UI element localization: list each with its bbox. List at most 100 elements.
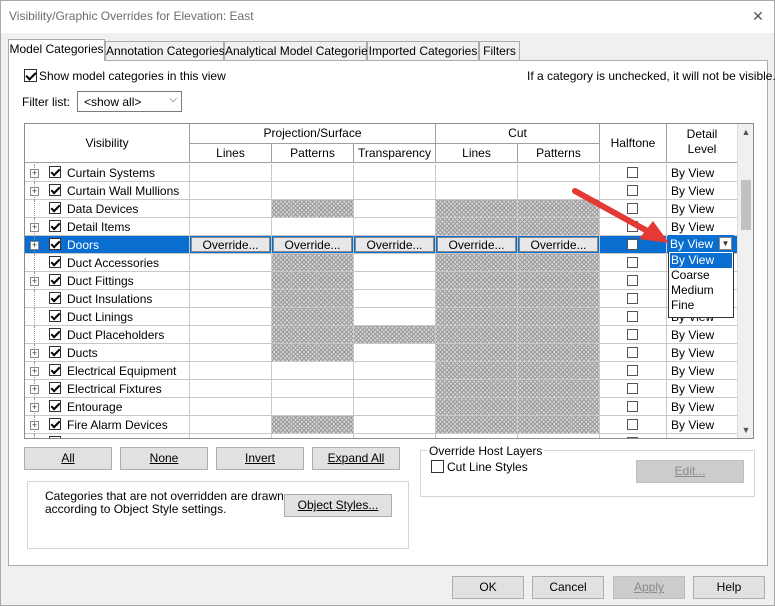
- detail-level-cell[interactable]: By View: [667, 218, 738, 236]
- override-cell[interactable]: [190, 200, 272, 218]
- override-cell[interactable]: [190, 308, 272, 326]
- category-visibility-checkbox[interactable]: [49, 274, 61, 286]
- show-model-categories-checkbox[interactable]: [24, 69, 37, 82]
- override-cell[interactable]: Override...: [436, 236, 518, 254]
- tab-filters[interactable]: Filters: [479, 41, 520, 61]
- scroll-down-icon[interactable]: ▼: [738, 422, 754, 438]
- detail-level-combo[interactable]: By View ▼: [668, 235, 734, 252]
- override-cell[interactable]: [518, 164, 600, 182]
- override-cell[interactable]: [190, 434, 272, 438]
- edit-button[interactable]: Edit...: [636, 460, 744, 483]
- override-cell[interactable]: [272, 398, 354, 416]
- detail-level-cell[interactable]: By View: [667, 362, 738, 380]
- header-cut-lines[interactable]: Lines: [436, 144, 518, 163]
- override-cell[interactable]: [518, 434, 600, 438]
- category-row[interactable]: Duct Placeholders By View: [25, 326, 738, 344]
- detail-option-medium[interactable]: Medium: [670, 283, 732, 298]
- expand-icon[interactable]: +: [30, 385, 39, 394]
- expand-icon[interactable]: +: [30, 187, 39, 196]
- override-cell[interactable]: [354, 308, 436, 326]
- category-visibility-checkbox[interactable]: [49, 382, 61, 394]
- halftone-checkbox[interactable]: [627, 401, 638, 412]
- override-cell[interactable]: [190, 272, 272, 290]
- category-visibility-checkbox[interactable]: [49, 310, 61, 322]
- override-cell[interactable]: [190, 254, 272, 272]
- override-cell[interactable]: [354, 434, 436, 438]
- expand-icon[interactable]: +: [30, 349, 39, 358]
- override-cell[interactable]: [190, 164, 272, 182]
- category-row[interactable]: + Ducts By View: [25, 344, 738, 362]
- invert-button[interactable]: Invert: [216, 447, 304, 470]
- chevron-down-icon[interactable]: ▼: [719, 237, 732, 250]
- header-transparency[interactable]: Transparency: [354, 144, 436, 163]
- category-row[interactable]: +Duct FittingsBy View: [25, 272, 738, 290]
- detail-level-cell[interactable]: By View: [667, 398, 738, 416]
- override-cell[interactable]: Override...: [272, 236, 354, 254]
- header-halftone[interactable]: Halftone: [600, 124, 667, 163]
- halftone-checkbox[interactable]: [627, 437, 638, 438]
- override-cell[interactable]: [190, 326, 272, 344]
- override-cell[interactable]: [190, 380, 272, 398]
- override-button[interactable]: Override...: [191, 237, 270, 252]
- category-visibility-checkbox[interactable]: [49, 238, 61, 250]
- override-cell[interactable]: [272, 218, 354, 236]
- header-visibility[interactable]: Visibility: [25, 124, 190, 163]
- halftone-checkbox[interactable]: [627, 365, 638, 376]
- override-cell[interactable]: [354, 362, 436, 380]
- halftone-checkbox[interactable]: [627, 347, 638, 358]
- override-cell[interactable]: [190, 344, 272, 362]
- category-visibility-checkbox[interactable]: [49, 418, 61, 430]
- detail-level-cell[interactable]: By View: [667, 164, 738, 182]
- apply-button[interactable]: Apply: [613, 576, 685, 599]
- filter-list-select[interactable]: <show all> ⌵: [77, 91, 182, 112]
- halftone-checkbox[interactable]: [627, 311, 638, 322]
- override-cell[interactable]: [354, 218, 436, 236]
- help-button[interactable]: Help: [693, 576, 765, 599]
- close-icon[interactable]: ✕: [749, 6, 767, 26]
- category-row[interactable]: + Curtain Systems By View: [25, 164, 738, 182]
- override-cell[interactable]: [190, 290, 272, 308]
- ok-button[interactable]: OK: [452, 576, 524, 599]
- override-cell[interactable]: [436, 164, 518, 182]
- category-visibility-checkbox[interactable]: [49, 202, 61, 214]
- override-cell[interactable]: [190, 182, 272, 200]
- override-cell[interactable]: [354, 290, 436, 308]
- halftone-checkbox[interactable]: [627, 383, 638, 394]
- detail-level-cell[interactable]: By View: [667, 200, 738, 218]
- expand-all-button[interactable]: Expand All: [312, 447, 400, 470]
- category-row[interactable]: + Entourage By View: [25, 398, 738, 416]
- override-cell[interactable]: [354, 380, 436, 398]
- category-visibility-checkbox[interactable]: [49, 346, 61, 358]
- detail-level-cell[interactable]: By View: [667, 344, 738, 362]
- detail-level-cell[interactable]: By View: [667, 380, 738, 398]
- detail-level-cell[interactable]: By View: [667, 434, 738, 438]
- tab-analytical-model-categories[interactable]: Analytical Model Categories: [224, 41, 374, 61]
- halftone-checkbox[interactable]: [627, 419, 638, 430]
- expand-icon[interactable]: +: [30, 421, 39, 430]
- category-visibility-checkbox[interactable]: [49, 166, 61, 178]
- scroll-up-icon[interactable]: ▲: [738, 124, 754, 140]
- override-cell[interactable]: [354, 416, 436, 434]
- scroll-thumb[interactable]: [741, 180, 751, 230]
- override-cell[interactable]: [190, 416, 272, 434]
- override-cell[interactable]: [436, 182, 518, 200]
- halftone-checkbox[interactable]: [627, 329, 638, 340]
- override-cell[interactable]: [354, 254, 436, 272]
- detail-option-by-view[interactable]: By View: [670, 253, 732, 268]
- header-cut-patterns[interactable]: Patterns: [518, 144, 600, 163]
- halftone-checkbox[interactable]: [627, 275, 638, 286]
- override-button[interactable]: Override...: [273, 237, 352, 252]
- none-button[interactable]: None: [120, 447, 208, 470]
- override-button[interactable]: Override...: [355, 237, 434, 252]
- detail-level-cell[interactable]: By View: [667, 416, 738, 434]
- override-cell[interactable]: [354, 398, 436, 416]
- override-cell[interactable]: [272, 182, 354, 200]
- override-cell[interactable]: [190, 398, 272, 416]
- header-projection-patterns[interactable]: Patterns: [272, 144, 354, 163]
- override-cell[interactable]: [190, 218, 272, 236]
- category-visibility-checkbox[interactable]: [49, 256, 61, 268]
- category-row[interactable]: + Electrical Fixtures By View: [25, 380, 738, 398]
- category-row[interactable]: +Fire Protection By View: [25, 434, 738, 438]
- category-visibility-checkbox[interactable]: [49, 436, 61, 438]
- category-row[interactable]: + Fire Alarm Devices By View: [25, 416, 738, 434]
